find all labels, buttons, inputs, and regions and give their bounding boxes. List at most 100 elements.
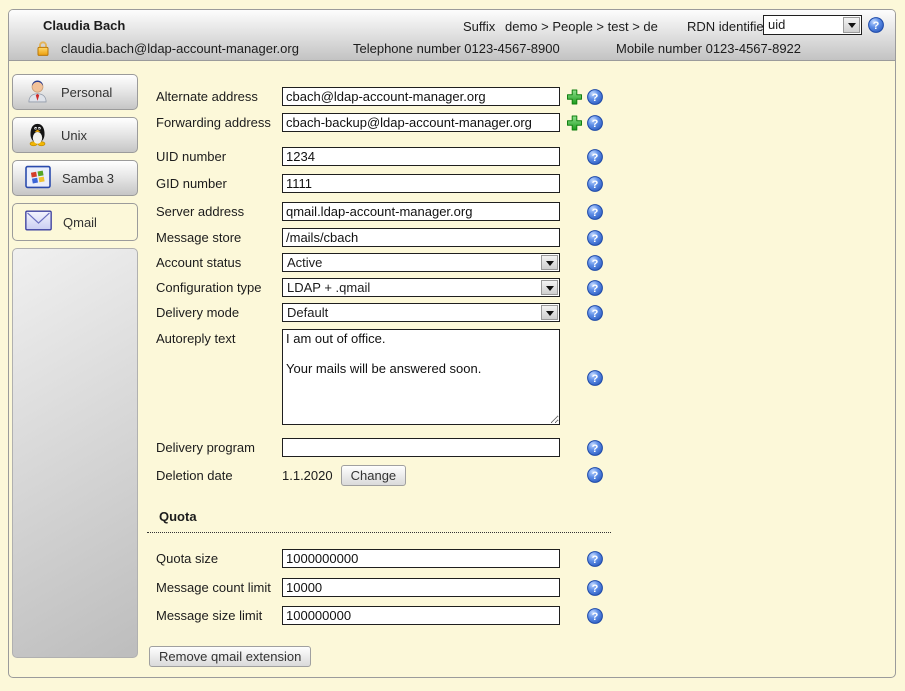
tab-personal[interactable]: Personal <box>12 74 138 110</box>
remove-qmail-extension-button[interactable]: Remove qmail extension <box>149 646 311 667</box>
field-label: Delivery program <box>156 440 282 455</box>
field-label: Autoreply text <box>156 329 282 346</box>
help-icon[interactable]: ? <box>587 551 603 567</box>
field-label: Message count limit <box>156 580 282 595</box>
autoreply-text-textarea[interactable]: I am out of office. Your mails will be a… <box>282 329 560 425</box>
dropdown-arrow-icon[interactable] <box>541 255 558 270</box>
quota-size-input[interactable] <box>282 549 560 568</box>
alternate-address-input[interactable] <box>282 87 560 106</box>
field-label: GID number <box>156 176 282 191</box>
field-label: Delivery mode <box>156 305 282 320</box>
field-label: Configuration type <box>156 280 282 295</box>
rdn-selected-value: uid <box>764 16 842 34</box>
header-mobile: Mobile number 0123-4567-8922 <box>616 41 801 56</box>
change-date-button[interactable]: Change <box>341 465 407 486</box>
tab-unix[interactable]: Unix <box>12 117 138 153</box>
svg-text:?: ? <box>592 207 599 219</box>
dropdown-arrow-icon[interactable] <box>843 17 860 33</box>
gid-number-input[interactable] <box>282 174 560 193</box>
forwarding-address-input[interactable] <box>282 113 560 132</box>
field-label: Server address <box>156 204 282 219</box>
svg-text:?: ? <box>592 258 599 270</box>
field-label: Deletion date <box>156 468 282 483</box>
help-icon[interactable]: ? <box>587 467 603 483</box>
person-icon <box>25 78 50 107</box>
form-row-message-size-limit: Message size limit ? <box>156 606 626 625</box>
message-size-limit-input[interactable] <box>282 606 560 625</box>
form-row-message-count-limit: Message count limit ? <box>156 578 626 597</box>
svg-text:?: ? <box>592 443 599 455</box>
tab-label: Qmail <box>63 215 97 230</box>
svg-text:?: ? <box>592 373 599 385</box>
help-icon[interactable]: ? <box>587 280 603 296</box>
delivery-mode-select[interactable]: Default <box>282 303 560 322</box>
svg-text:?: ? <box>592 118 599 130</box>
field-label: Forwarding address <box>156 115 282 130</box>
svg-text:?: ? <box>592 554 599 566</box>
rdn-help-icon[interactable]: ? <box>868 17 884 36</box>
help-icon[interactable]: ? <box>587 204 603 220</box>
dropdown-arrow-icon[interactable] <box>541 305 558 320</box>
field-label: UID number <box>156 149 282 164</box>
account-status-select[interactable]: Active <box>282 253 560 272</box>
svg-text:?: ? <box>592 233 599 245</box>
sidebar-filler <box>12 248 138 658</box>
svg-text:?: ? <box>592 470 599 482</box>
form-row-account-status: Account status Active ? <box>156 253 626 272</box>
svg-text:?: ? <box>592 179 599 191</box>
delivery-program-input[interactable] <box>282 438 560 457</box>
tab-qmail-selected[interactable]: Qmail <box>12 203 138 241</box>
account-title: Claudia Bach <box>43 18 125 33</box>
message-count-limit-input[interactable] <box>282 578 560 597</box>
deletion-date-value: 1.1.2020 <box>282 468 333 483</box>
form-row-delivery-mode: Delivery mode Default ? <box>156 303 626 322</box>
help-icon[interactable]: ? <box>587 176 603 192</box>
svg-text:?: ? <box>592 152 599 164</box>
uid-number-input[interactable] <box>282 147 560 166</box>
help-icon[interactable]: ? <box>587 370 603 386</box>
field-label: Account status <box>156 255 282 270</box>
penguin-icon <box>25 121 50 150</box>
help-icon[interactable]: ? <box>587 580 603 596</box>
server-address-input[interactable] <box>282 202 560 221</box>
tab-label: Samba 3 <box>62 171 114 186</box>
tab-label: Unix <box>61 128 87 143</box>
help-icon[interactable]: ? <box>587 115 603 131</box>
selected-value: LDAP + .qmail <box>283 279 540 296</box>
message-store-input[interactable] <box>282 228 560 247</box>
windows-icon <box>25 165 51 192</box>
help-icon[interactable]: ? <box>587 89 603 105</box>
rdn-identifier-select[interactable]: uid <box>763 15 862 35</box>
rdn-identifier-label: RDN identifier <box>687 19 768 34</box>
form-row-alternate-address: Alternate address ? <box>156 87 626 106</box>
form-row-message-store: Message store ? <box>156 228 626 247</box>
help-icon[interactable]: ? <box>587 305 603 321</box>
field-label: Message size limit <box>156 608 282 623</box>
configuration-type-select[interactable]: LDAP + .qmail <box>282 278 560 297</box>
help-icon[interactable]: ? <box>587 149 603 165</box>
help-icon[interactable]: ? <box>587 255 603 271</box>
field-label: Message store <box>156 230 282 245</box>
tab-samba3[interactable]: Samba 3 <box>12 160 138 196</box>
form-row-gid-number: GID number ? <box>156 174 626 193</box>
dropdown-arrow-icon[interactable] <box>541 280 558 295</box>
form-row-deletion-date: Deletion date 1.1.2020 Change ? <box>156 465 626 485</box>
form-row-forwarding-address: Forwarding address ? <box>156 113 626 132</box>
svg-text:?: ? <box>592 283 599 295</box>
tab-label: Personal <box>61 85 112 100</box>
add-icon[interactable] <box>566 88 583 105</box>
selected-value: Active <box>283 254 540 271</box>
selected-value: Default <box>283 304 540 321</box>
help-icon[interactable]: ? <box>587 230 603 246</box>
field-label: Alternate address <box>156 89 282 104</box>
svg-text:?: ? <box>592 583 599 595</box>
add-icon[interactable] <box>566 114 583 131</box>
lock-icon <box>35 40 51 60</box>
field-label: Quota size <box>156 551 282 566</box>
form-row-uid-number: UID number ? <box>156 147 626 166</box>
form-row-configuration-type: Configuration type LDAP + .qmail ? <box>156 278 626 297</box>
form-row-delivery-program: Delivery program ? <box>156 438 626 457</box>
help-icon[interactable]: ? <box>587 440 603 456</box>
module-tab-list: Personal Unix <box>12 74 138 248</box>
help-icon[interactable]: ? <box>587 608 603 624</box>
